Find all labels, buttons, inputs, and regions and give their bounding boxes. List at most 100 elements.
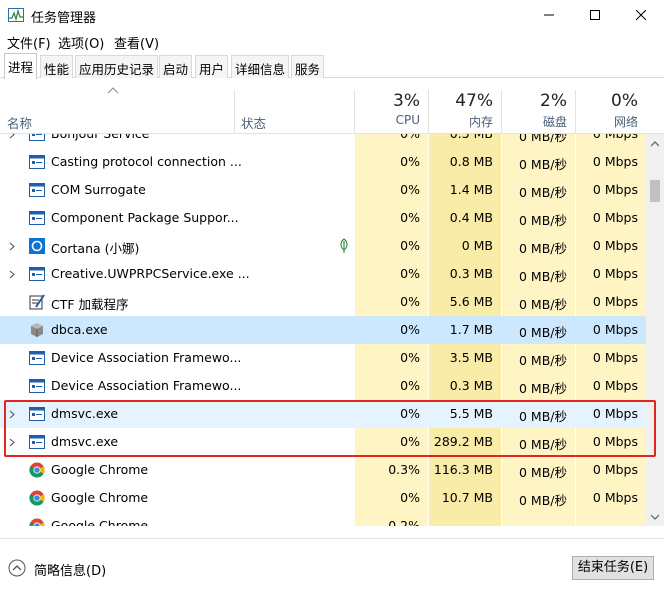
chevron-right-icon[interactable] (9, 270, 15, 279)
scroll-thumb[interactable] (650, 180, 660, 202)
task-manager-icon (8, 8, 24, 22)
disk-label: 磁盘 (542, 115, 567, 129)
process-row[interactable]: Bonjour Service 0% 0.5 MB 0 MB/秒 0 Mbps (0, 134, 646, 148)
process-cpu-value: 0% (400, 266, 420, 281)
process-name: Google Chrome (51, 518, 149, 526)
column-header: 名称 状态 3% CPU 47% 内存 2% 磁盘 0% 网络 (0, 78, 664, 134)
tab-performance[interactable]: 性能 (40, 55, 74, 78)
fewer-details-link[interactable]: 简略信息(D) (34, 560, 106, 579)
menu-file[interactable]: 文件(F) (7, 33, 51, 52)
process-cpu-value: 0% (355, 134, 420, 141)
chevron-right-icon[interactable] (9, 134, 15, 139)
process-mem-value: 1.4 MB (449, 182, 493, 197)
process-mem-value: 0.3 MB (449, 266, 493, 281)
process-row[interactable]: COM Surrogate 0% 1.4 MB 0 MB/秒 0 Mbps (0, 176, 646, 204)
tab-startup[interactable]: 启动 (159, 55, 193, 78)
process-name: COM Surrogate (51, 182, 146, 197)
process-mem-value: 1.7 MB (449, 322, 493, 337)
column-cpu[interactable]: 3% CPU (355, 78, 428, 134)
maximize-button[interactable] (572, 0, 618, 30)
process-mem-value: 0.8 MB (449, 154, 493, 169)
process-net-value: 0 Mbps (592, 350, 638, 365)
process-cpu-value: 0% (400, 154, 420, 169)
process-row[interactable]: Component Package Suppor... 0% 0.4 MB 0 MB/… (0, 204, 646, 232)
column-name[interactable]: 名称 (7, 113, 32, 132)
process-mem-value: 0.4 MB (449, 210, 493, 225)
process-row[interactable]: Device Association Framewo... 0% 0.3 MB 0 M… (0, 372, 646, 400)
vertical-scrollbar[interactable] (646, 134, 664, 526)
tab-app-history[interactable]: 应用历史记录 (75, 55, 159, 78)
chevron-right-icon[interactable] (9, 242, 15, 251)
footer: 简略信息(D) 结束任务(E) (0, 538, 664, 592)
process-mem-value: 116.3 MB (433, 462, 493, 477)
process-disk-value: 0 MB/秒 (519, 465, 567, 480)
process-disk-value: 0 MB/秒 (519, 269, 567, 284)
minimize-button[interactable] (526, 0, 572, 30)
process-name: Google Chrome (51, 462, 149, 477)
tab-services[interactable]: 服务 (291, 55, 325, 78)
process-cpu-value: 0.2% (388, 518, 420, 526)
window-title: 任务管理器 (31, 11, 97, 26)
process-net-value: 0 Mbps (592, 182, 638, 197)
process-cpu-value: 0% (400, 490, 420, 505)
menu-options[interactable]: 选项(O) (58, 33, 104, 52)
column-network[interactable]: 0% 网络 (576, 78, 646, 134)
process-row[interactable]: Device Association Framewo... 0% 3.5 MB 0 M… (0, 344, 646, 372)
process-row[interactable]: Google Chrome 0.2% (0, 512, 646, 526)
process-mem-value: 3.5 MB (449, 350, 493, 365)
tab-details[interactable]: 详细信息 (231, 55, 290, 78)
process-disk-value: 0 MB/秒 (519, 241, 567, 256)
tab-bar: 进程 性能 应用历史记录 启动 用户 详细信息 服务 (0, 52, 664, 79)
network-percent: 0% (611, 91, 638, 111)
process-disk-value: 0 MB/秒 (519, 381, 567, 396)
cpu-label: CPU (395, 113, 420, 127)
scroll-up-icon[interactable] (651, 141, 659, 147)
process-name: Bonjour Service (51, 134, 150, 141)
maximize-icon (590, 10, 600, 20)
process-row[interactable]: CTF 加载程序 0% 5.6 MB 0 MB/秒 0 Mbps (0, 288, 646, 316)
column-status[interactable]: 状态 (241, 113, 266, 132)
column-divider[interactable] (234, 90, 235, 134)
process-disk-value: 0 MB/秒 (519, 297, 567, 312)
process-cpu-value: 0% (400, 322, 420, 337)
process-net-value: 0 Mbps (592, 154, 638, 169)
collapse-up-icon[interactable] (8, 559, 26, 577)
process-row[interactable]: Google Chrome 0% 10.7 MB 0 MB/秒 0 Mbps (0, 484, 646, 512)
scroll-down-icon[interactable] (651, 514, 659, 520)
process-disk-value: 0 MB/秒 (519, 134, 567, 144)
end-task-button[interactable]: 结束任务(E) (572, 556, 654, 580)
menu-view[interactable]: 查看(V) (114, 33, 159, 52)
process-cpu-value: 0% (400, 378, 420, 393)
process-mem-value: 0.5 MB (429, 134, 493, 141)
process-cpu-value: 0% (400, 294, 420, 309)
process-row[interactable]: dbca.exe 0% 1.7 MB 0 MB/秒 0 Mbps (0, 316, 646, 344)
process-cpu-value: 0% (400, 238, 420, 253)
process-name: Cortana (小娜) (51, 241, 140, 256)
process-name: Casting protocol connection ... (51, 154, 242, 169)
tab-processes[interactable]: 进程 (4, 53, 38, 79)
column-disk[interactable]: 2% 磁盘 (502, 78, 575, 134)
process-name: Device Association Framewo... (51, 350, 242, 365)
process-mem-value: 0.3 MB (449, 378, 493, 393)
process-disk-value: 0 MB/秒 (519, 325, 567, 340)
process-net-value: 0 Mbps (592, 210, 638, 225)
process-disk-value: 0 MB/秒 (519, 353, 567, 368)
network-label: 网络 (613, 115, 638, 129)
process-row[interactable]: Google Chrome 0.3% 116.3 MB 0 MB/秒 0 Mbps (0, 456, 646, 484)
title-bar: 任务管理器 (0, 0, 664, 30)
process-name: Creative.UWPRPCService.exe ... (51, 266, 250, 281)
process-row[interactable]: Cortana (小娜) 0% 0 MB 0 MB/秒 0 Mbps (0, 232, 646, 260)
process-cpu-value: 0% (400, 350, 420, 365)
close-button[interactable] (618, 0, 664, 30)
usage-cell-background (576, 512, 646, 526)
process-disk-value: 0 MB/秒 (519, 213, 567, 228)
tab-users[interactable]: 用户 (195, 55, 229, 78)
column-memory[interactable]: 47% 内存 (429, 78, 501, 134)
process-cpu-value: 0% (400, 182, 420, 197)
process-net-value: 0 Mbps (592, 490, 638, 505)
usage-cell-background (429, 512, 501, 526)
process-mem-value: 0 MB (461, 238, 493, 253)
process-row[interactable]: Casting protocol connection ... 0% 0.8 MB 0… (0, 148, 646, 176)
process-row[interactable]: Creative.UWPRPCService.exe ... 0% 0.3 MB 0 … (0, 260, 646, 288)
process-cpu-value: 0.3% (388, 462, 420, 477)
